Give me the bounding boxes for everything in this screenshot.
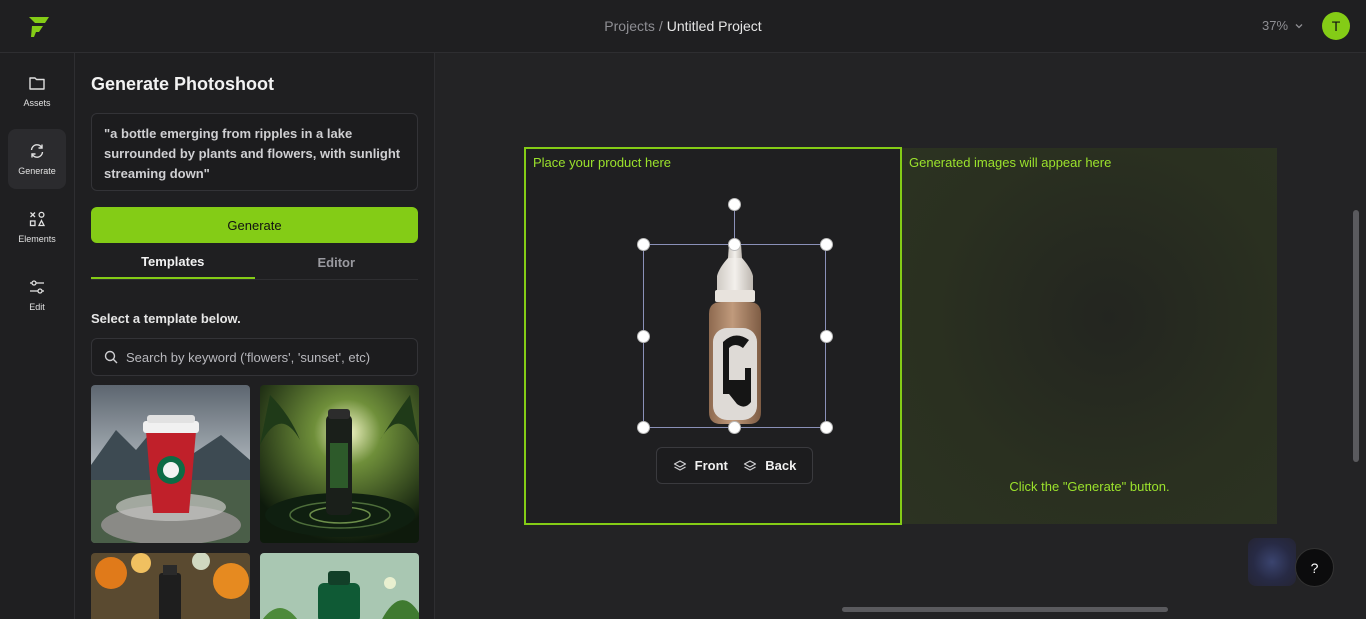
assistant-orb-icon[interactable] [1248,538,1296,586]
template-thumbnail[interactable] [260,385,419,543]
generated-images-label: Generated images will appear here [909,155,1112,170]
vertical-scrollbar[interactable] [1353,210,1359,462]
tab-editor[interactable]: Editor [255,245,419,279]
layer-order-toolbar: Front Back [656,447,813,484]
layers-back-icon [744,459,757,471]
folder-icon [29,77,45,90]
left-rail: Assets Generate Elements Edit [0,53,75,619]
front-label: Front [694,458,728,473]
template-image-flowers [91,553,250,619]
zoom-value: 37% [1262,18,1289,33]
template-search[interactable] [91,338,418,376]
resize-handle-bottom-right[interactable] [820,421,833,434]
template-thumbnail[interactable] [260,553,419,619]
user-avatar[interactable]: T [1322,12,1350,40]
template-image-green-bottle [260,553,419,619]
tab-templates[interactable]: Templates [91,245,255,279]
place-product-label: Place your product here [533,155,672,170]
rail-item-edit[interactable]: Edit [8,265,66,325]
rail-item-generate[interactable]: Generate [8,129,66,189]
shapes-icon [29,211,46,227]
breadcrumb-projects[interactable]: Projects [604,18,655,34]
panel-tabs: Templates Editor [91,245,418,280]
template-image-coffee-cup [91,385,250,543]
panel-title: Generate Photoshoot [91,74,275,94]
back-label: Back [765,458,797,473]
top-bar: Projects / Untitled Project 37% T [0,0,1366,53]
template-image-spray-can [260,385,419,543]
rail-label-edit: Edit [29,302,45,312]
selection-box[interactable] [643,244,826,428]
rail-item-elements[interactable]: Elements [8,197,66,257]
layers-front-icon [673,459,686,471]
rotate-handle[interactable] [728,198,741,211]
resize-handle-top-left[interactable] [637,238,650,251]
generate-hint: Click the "Generate" button. [1009,479,1170,494]
prompt-textarea[interactable]: "a bottle emerging from ripples in a lak… [91,113,418,191]
rail-item-assets[interactable]: Assets [8,61,66,121]
breadcrumb: Projects / Untitled Project [0,18,1366,34]
select-template-label: Select a template below. [91,311,241,326]
resize-handle-bottom-left[interactable] [637,421,650,434]
search-input[interactable] [126,349,406,365]
resize-handle-bottom[interactable] [728,421,741,434]
resize-handle-top[interactable] [728,238,741,251]
rail-label-elements: Elements [18,234,56,244]
rail-label-assets: Assets [23,98,51,108]
resize-handle-left[interactable] [637,330,650,343]
zoom-dropdown[interactable]: 37% [1262,18,1304,33]
bring-front-button[interactable]: Front [673,458,728,473]
chevron-down-icon [1295,23,1303,28]
generate-button[interactable]: Generate [91,207,418,243]
resize-handle-right[interactable] [820,330,833,343]
template-thumbnail[interactable] [91,385,250,543]
refresh-icon [30,144,44,158]
rail-label-generate: Generate [18,166,56,176]
help-button[interactable]: ? [1295,548,1334,587]
search-icon [104,350,118,364]
generate-panel: Generate Photoshoot "a bottle emerging f… [75,53,435,619]
template-thumbnail[interactable] [91,553,250,619]
resize-handle-top-right[interactable] [820,238,833,251]
breadcrumb-current-project[interactable]: Untitled Project [667,18,762,34]
sliders-icon [30,280,44,294]
send-back-button[interactable]: Back [743,458,796,473]
generated-images-area [902,148,1277,524]
horizontal-scrollbar[interactable] [842,607,1168,612]
breadcrumb-separator: / [658,18,663,34]
